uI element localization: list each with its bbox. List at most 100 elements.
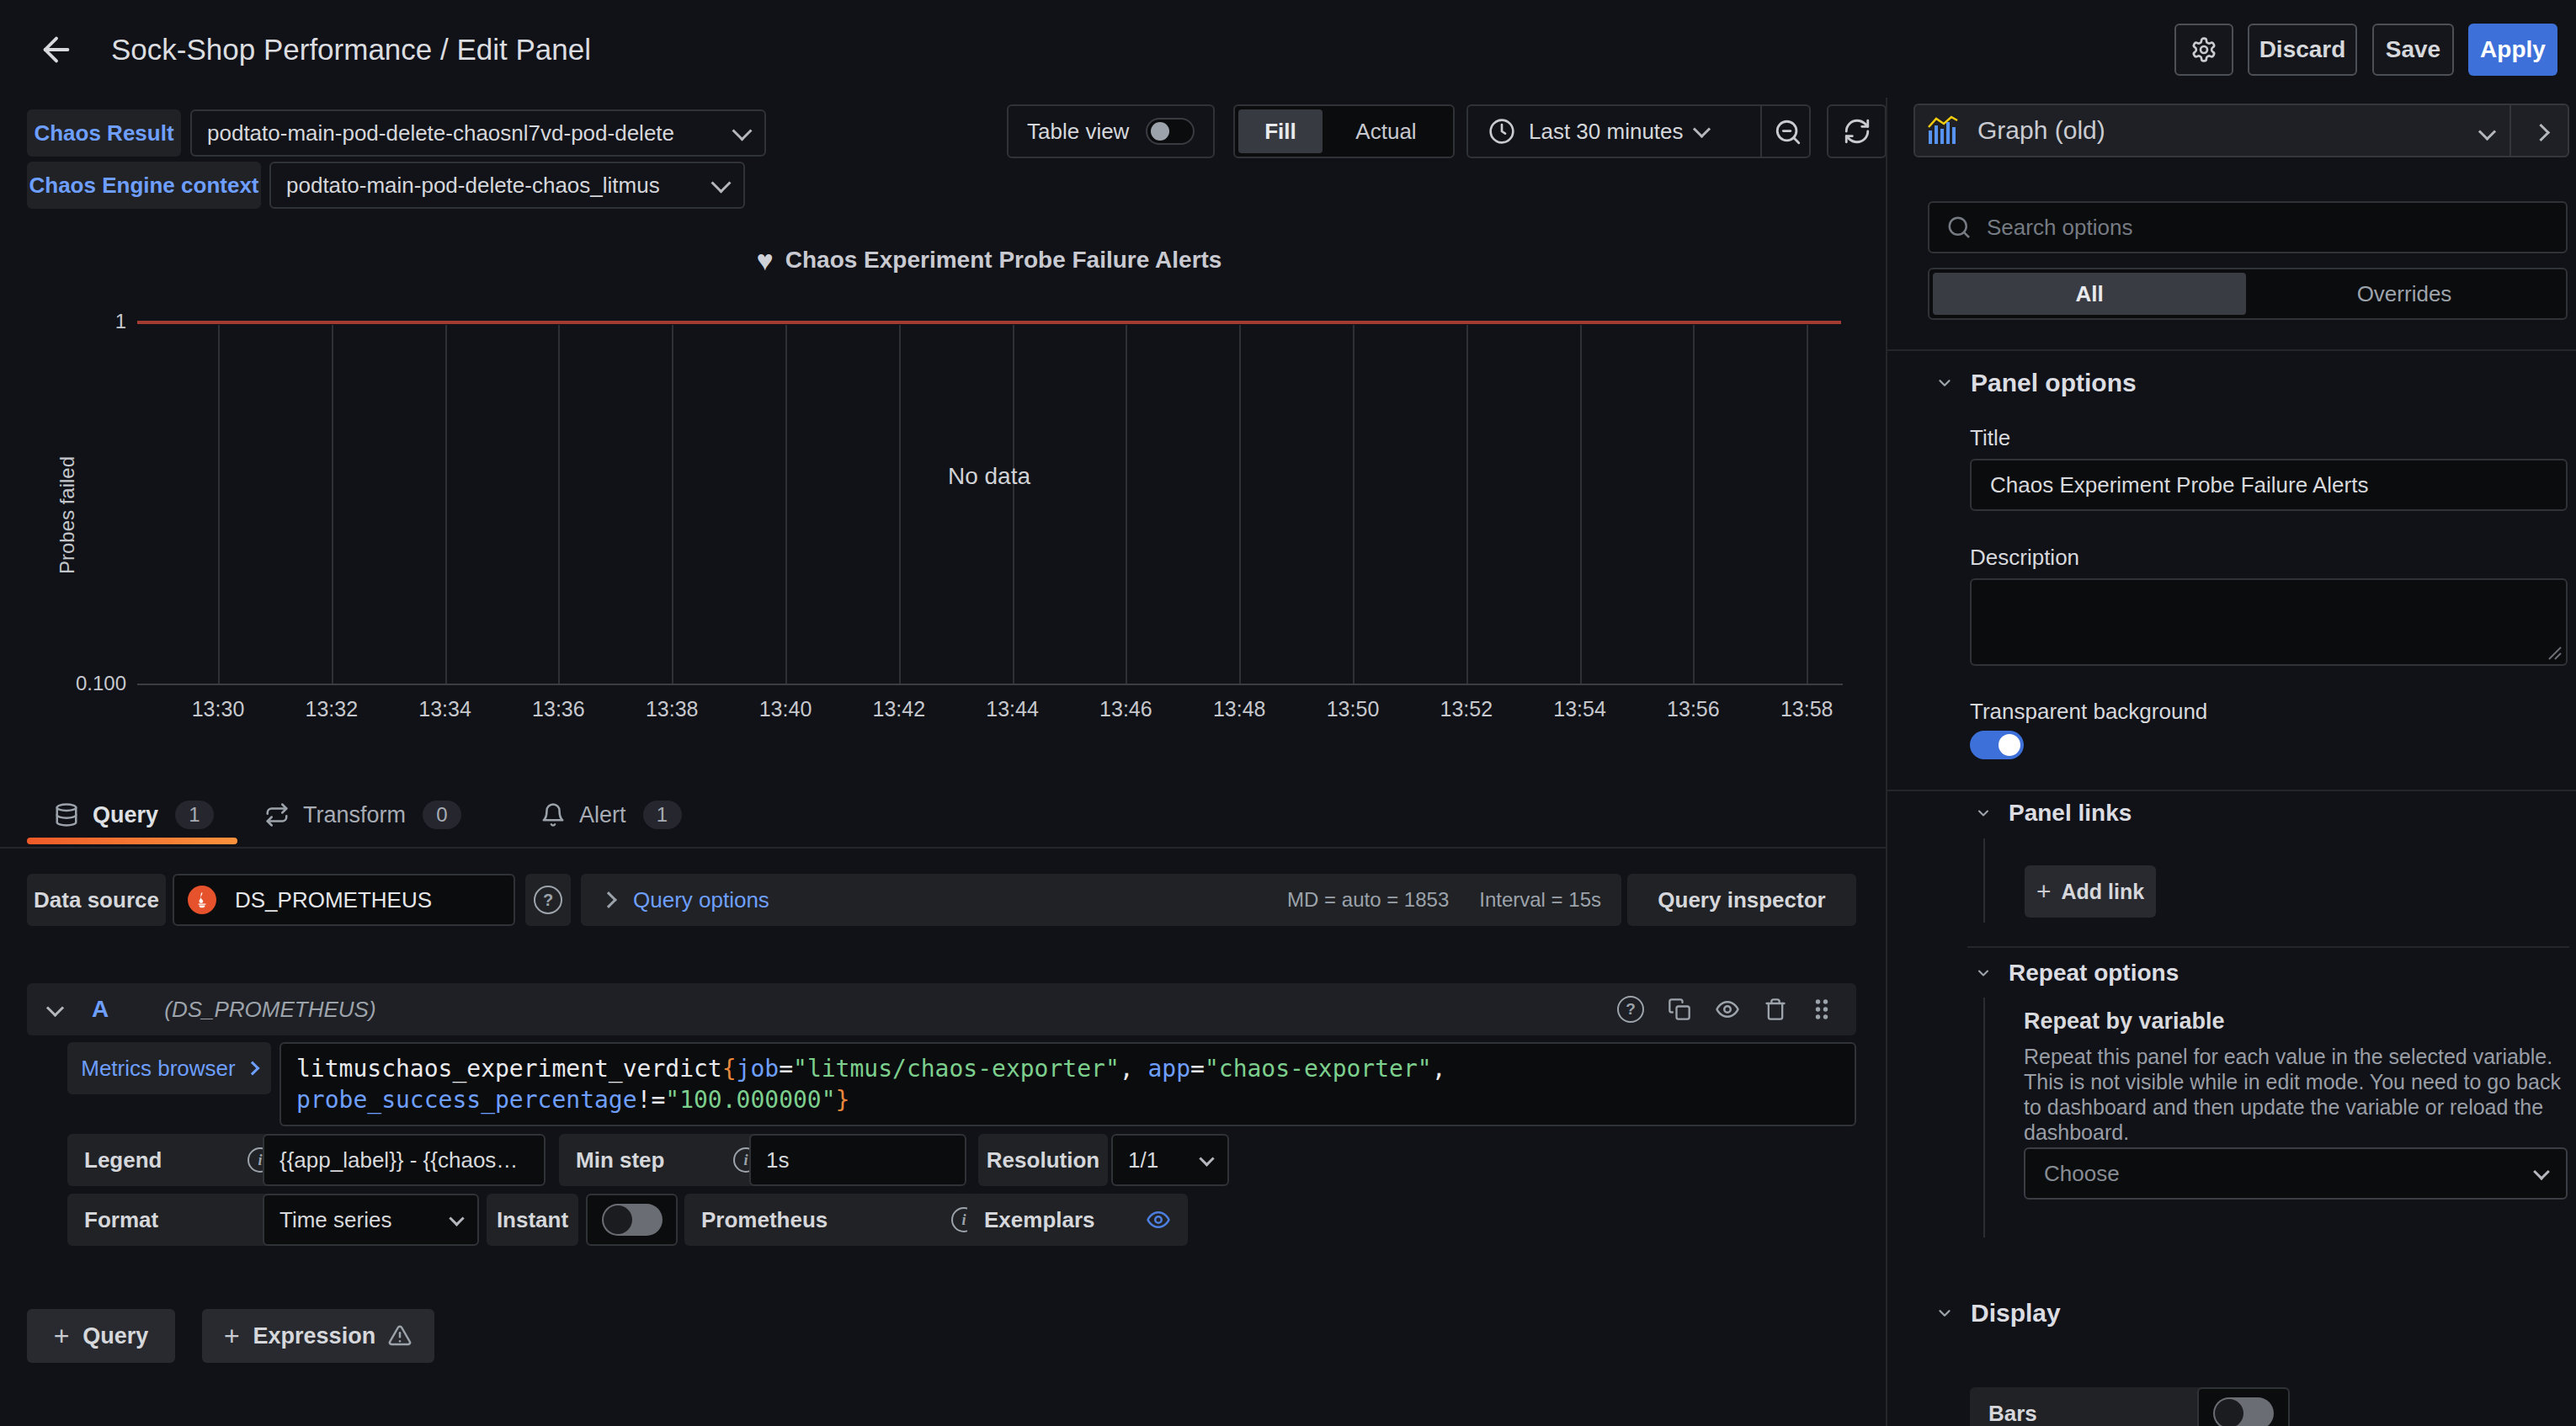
tab-query[interactable]: Query 1 — [54, 795, 214, 835]
data-source-picker[interactable]: DS_PROMETHEUS — [173, 874, 515, 926]
tab-badge: 1 — [643, 801, 682, 829]
eye-icon[interactable] — [1715, 997, 1740, 1022]
tab-transform[interactable]: Transform 0 — [264, 795, 461, 835]
time-picker[interactable]: Last 30 minutes — [1466, 104, 1811, 158]
fill-actual-switch: Fill Actual — [1233, 104, 1455, 158]
panel-title-value: Chaos Experiment Probe Failure Alerts — [1990, 472, 2368, 498]
actual-option[interactable]: Actual — [1323, 109, 1450, 153]
panel-title-input[interactable]: Chaos Experiment Probe Failure Alerts — [1970, 459, 2568, 511]
legend-input[interactable]: {{app_label}} - {{chaos… — [263, 1134, 546, 1186]
query-options-bar[interactable]: Query options MD = auto = 1853 Interval … — [581, 874, 1621, 926]
sidebar-left-border — [1886, 98, 1887, 1426]
chevron-down-icon — [2478, 123, 2496, 141]
time-picker-divider — [1760, 106, 1762, 157]
x-tick-label: 13:58 — [1780, 697, 1834, 721]
gridline — [1693, 325, 1695, 684]
gridline — [445, 325, 447, 684]
tab-label: Query — [93, 802, 158, 828]
fill-option[interactable]: Fill — [1238, 109, 1323, 153]
x-tick-label: 13:50 — [1327, 697, 1380, 721]
x-tick-label: 13:32 — [306, 697, 359, 721]
query-inspector-label: Query inspector — [1658, 887, 1825, 913]
filter-tab-all[interactable]: All — [1933, 273, 2246, 315]
repeat-description-line: to dashboard and then update the variabl… — [2024, 1094, 2561, 1120]
format-select[interactable]: Time series — [263, 1194, 479, 1246]
gridline — [332, 325, 333, 684]
tab-badge: 0 — [423, 801, 461, 829]
transform-icon — [264, 802, 290, 827]
section-panel-options[interactable]: Panel options — [1935, 369, 2137, 397]
resolution-value: 1/1 — [1128, 1147, 1158, 1173]
variable-value-chaos-result[interactable]: podtato-main-pod-delete-chaosnl7vd-pod-d… — [190, 109, 766, 157]
refresh-button[interactable] — [1827, 104, 1887, 158]
description-textarea[interactable] — [1970, 578, 2568, 666]
gridline — [785, 325, 787, 684]
chevron-down-icon — [2533, 1163, 2550, 1180]
settings-button[interactable] — [2174, 24, 2233, 76]
section-repeat-options[interactable]: Repeat options — [1975, 960, 2179, 987]
save-button[interactable]: Save — [2372, 24, 2454, 76]
prometheus-icon — [188, 886, 216, 914]
min-step-input[interactable]: 1s — [749, 1134, 966, 1186]
search-placeholder: Search options — [1987, 215, 2132, 241]
discard-button[interactable]: Discard — [2248, 24, 2357, 76]
table-view-toggle[interactable] — [1146, 118, 1195, 145]
viz-picker-divider — [2509, 105, 2511, 156]
resize-handle-icon[interactable] — [2547, 646, 2563, 661]
legend-label-text: Legend — [84, 1147, 162, 1173]
page-title: Sock-Shop Performance / Edit Panel — [111, 0, 591, 99]
add-query-button[interactable]: + Query — [27, 1309, 175, 1363]
chevron-right-icon — [245, 1062, 259, 1076]
back-icon[interactable] — [37, 30, 76, 69]
x-tick-label: 13:54 — [1553, 697, 1606, 721]
min-step-label: Min step i — [559, 1134, 775, 1186]
bars-toggle[interactable] — [2197, 1387, 2290, 1426]
search-options-input[interactable]: Search options — [1928, 201, 2568, 253]
prometheus-type-label: Prometheus i — [684, 1194, 993, 1246]
filter-tab-overrides[interactable]: Overrides — [2246, 273, 2563, 315]
section-title: Panel options — [1971, 369, 2137, 397]
exemplars-label-text: Exemplars — [984, 1207, 1095, 1233]
panel-header[interactable]: ♥ Chaos Experiment Probe Failure Alerts — [137, 246, 1841, 274]
resolution-select[interactable]: 1/1 — [1111, 1134, 1229, 1186]
gridline — [218, 325, 220, 684]
section-display[interactable]: Display — [1935, 1299, 2061, 1328]
variable-label-text: Chaos Engine context — [29, 173, 258, 199]
chevron-right-icon[interactable] — [2532, 124, 2550, 141]
section-panel-links[interactable]: Panel links — [1975, 800, 2132, 827]
gridline — [1126, 325, 1127, 684]
table-view-control[interactable]: Table view — [1007, 104, 1215, 158]
section-guide-line — [1983, 838, 1985, 923]
zoom-out-icon[interactable] — [1774, 118, 1802, 146]
drag-handle-icon[interactable] — [1811, 997, 1833, 1022]
eye-icon[interactable] — [1146, 1207, 1171, 1232]
instant-toggle[interactable] — [586, 1194, 678, 1246]
query-inspector-button[interactable]: Query inspector — [1627, 874, 1856, 926]
x-tick-label: 13:48 — [1213, 697, 1266, 721]
apply-button[interactable]: Apply — [2468, 24, 2557, 76]
min-step-label-text: Min step — [576, 1147, 664, 1173]
repeat-by-variable-label: Repeat by variable — [2024, 1008, 2225, 1035]
variable-label-chaos-result: Chaos Result — [27, 109, 181, 157]
metrics-browser-button[interactable]: Metrics browser — [67, 1042, 271, 1094]
trash-icon[interactable] — [1764, 998, 1787, 1021]
collapse-chevron-icon[interactable] — [46, 998, 64, 1016]
add-expression-button[interactable]: + Expression — [202, 1309, 434, 1363]
repeat-variable-select[interactable]: Choose — [2024, 1147, 2568, 1200]
promql-editor[interactable]: litmuschaos_experiment_verdict{job="litm… — [279, 1042, 1856, 1126]
legend-input-value: {{app_label}} - {{chaos… — [279, 1147, 518, 1173]
data-source-help-button[interactable]: ? — [525, 874, 571, 926]
help-circle-icon[interactable]: ? — [1617, 996, 1644, 1023]
transparent-bg-toggle[interactable] — [1970, 731, 2024, 759]
heart-icon: ♥ — [757, 246, 774, 274]
variable-value-chaos-engine[interactable]: podtato-main-pod-delete-chaos_litmus — [269, 162, 745, 209]
visualization-picker[interactable]: Graph (old) — [1913, 104, 2569, 157]
metrics-browser-label: Metrics browser — [81, 1056, 235, 1082]
gridline — [1807, 325, 1808, 684]
duplicate-icon[interactable] — [1668, 998, 1691, 1021]
query-a-header[interactable]: A (DS_PROMETHEUS) ? — [27, 983, 1856, 1035]
plus-icon: + — [54, 1321, 70, 1352]
add-link-button[interactable]: + Add link — [2025, 865, 2156, 918]
max-data-points-text: MD = auto = 1853 — [1287, 888, 1449, 912]
tab-alert[interactable]: Alert 1 — [540, 795, 682, 835]
